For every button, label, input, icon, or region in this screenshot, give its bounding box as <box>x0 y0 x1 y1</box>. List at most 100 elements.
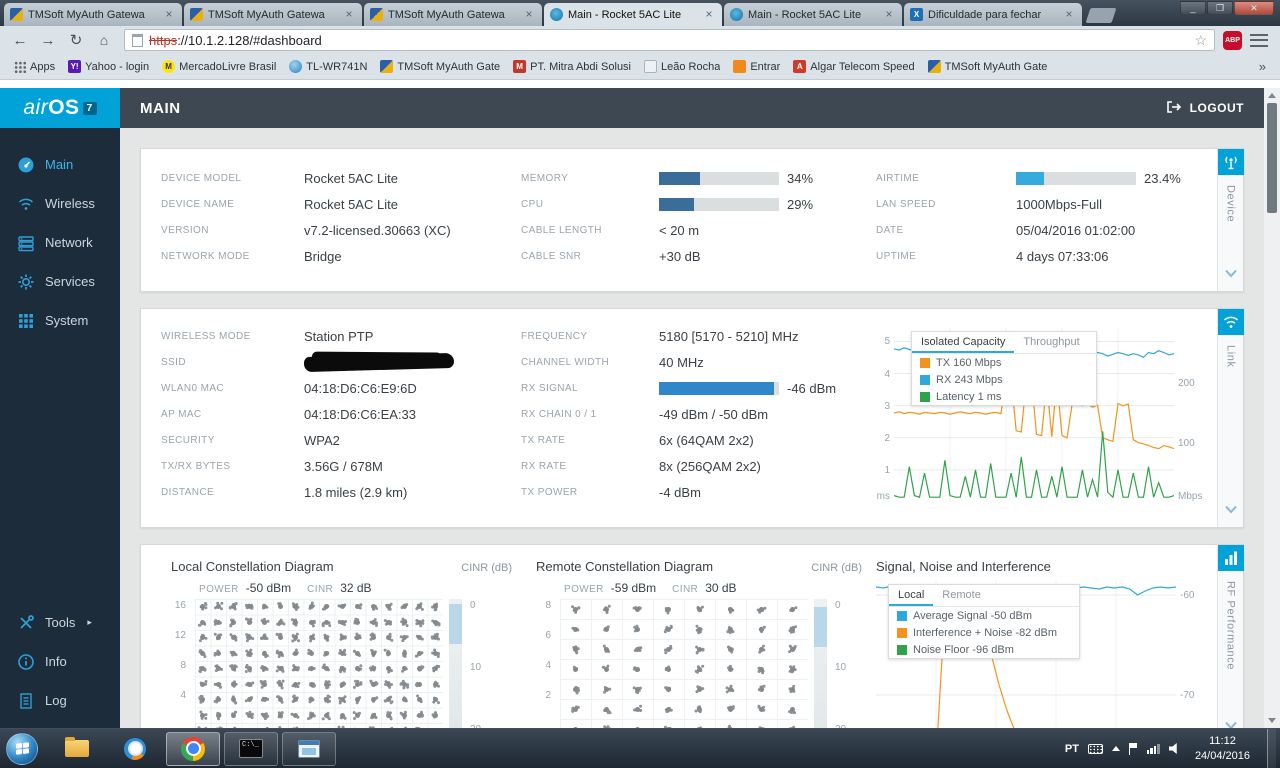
tab-close-icon[interactable]: × <box>522 7 536 22</box>
bookmark-yahoo[interactable]: Yahoo - login <box>63 58 154 75</box>
sidebar-item-system[interactable]: System <box>0 301 120 340</box>
sidebar-item-wireless[interactable]: Wireless <box>0 184 120 223</box>
network-signal-icon[interactable] <box>1146 743 1160 754</box>
tab-close-icon[interactable]: × <box>882 7 896 22</box>
bookmark-apps[interactable]: Apps <box>8 58 60 75</box>
bookmark-entrar[interactable]: Entrar <box>728 58 785 75</box>
bookmark-tlwr741n[interactable]: TL-WR741N <box>284 58 372 75</box>
field-label: DATE <box>876 224 904 236</box>
bookmark-mercadolivre[interactable]: MercadoLivre Brasil <box>157 58 281 75</box>
sidebar-item-tools[interactable]: Tools ▸ <box>0 603 120 642</box>
field-label: DEVICE NAME <box>161 198 235 210</box>
taskbar-command-prompt[interactable]: C:\_ <box>224 731 278 766</box>
sidebar-item-log[interactable]: Log <box>0 681 120 720</box>
scrollbar-thumb[interactable] <box>1267 103 1277 213</box>
keyboard-icon[interactable] <box>1087 743 1103 754</box>
y-tick: 6 <box>545 630 551 641</box>
capacity-legend-box: Isolated Capacity Throughput TX 160 Mbps… <box>911 331 1097 406</box>
tab-isolated-capacity[interactable]: Isolated Capacity <box>912 332 1015 353</box>
bookmark-mitra[interactable]: PT. Mitra Abdi Solusi <box>508 58 636 75</box>
adblock-extension-icon[interactable]: ABP <box>1223 30 1242 50</box>
tx-color-chip <box>920 358 930 368</box>
txrx-bytes-value: 3.56G / 678M <box>304 458 383 474</box>
taskbar-app-window[interactable] <box>282 731 336 766</box>
airtime-bar <box>1016 171 1136 185</box>
sidebar-label: Main <box>45 157 74 172</box>
bookmark-star-icon[interactable]: ☆ <box>1194 32 1207 49</box>
log-file-icon <box>17 692 35 710</box>
bookmark-tmsoft-2[interactable]: TMSoft MyAuth Gate <box>923 58 1053 75</box>
sidebar-item-services[interactable]: Services <box>0 262 120 301</box>
rf-side-tab[interactable]: RF Performance <box>1217 545 1244 728</box>
logout-button[interactable]: LOGOUT <box>1166 100 1244 117</box>
network-mode-value: Bridge <box>304 248 342 264</box>
bookmark-algar[interactable]: Algar Telecom Speed <box>788 58 919 75</box>
sidebar-item-info[interactable]: Info <box>0 642 120 681</box>
legend-average-signal: Average Signal -50 dBm <box>889 607 1079 624</box>
taskbar-explorer[interactable] <box>50 732 104 766</box>
scroll-down-arrow[interactable] <box>1268 718 1276 723</box>
hidden-icons-arrow[interactable] <box>1111 746 1120 751</box>
y-tick-right: -70 <box>1180 690 1195 701</box>
chevron-down-icon[interactable] <box>1224 717 1238 728</box>
local-constellation-plot <box>195 599 443 728</box>
minimize-button[interactable]: _ <box>1180 1 1206 15</box>
legend-rx: RX 243 Mbps <box>912 371 1096 388</box>
taskbar-clock[interactable]: 11:12 24/04/2016 <box>1195 734 1250 764</box>
back-button[interactable]: ← <box>8 32 32 49</box>
remote-constellation-plot-row: 8 6 4 2 0 10 20 <box>536 599 876 728</box>
tab-local[interactable]: Local <box>889 585 934 606</box>
memory-bar <box>659 171 779 185</box>
cinr-axis-title: CINR (dB) <box>461 562 512 574</box>
maximize-button[interactable]: ❐ <box>1207 1 1233 15</box>
device-side-tab[interactable]: Device <box>1217 149 1244 291</box>
link-side-tab[interactable]: Link <box>1217 309 1244 527</box>
tab-remote[interactable]: Remote <box>933 585 990 606</box>
browser-tab-6[interactable]: Dificuldade para fechar × <box>904 3 1082 26</box>
scroll-up-arrow[interactable] <box>1268 93 1276 98</box>
yahoo-favicon <box>68 60 82 73</box>
tab-close-icon[interactable]: × <box>1062 7 1076 22</box>
sidebar-item-network[interactable]: Network <box>0 223 120 262</box>
browser-tab-4-active[interactable]: Main - Rocket 5AC Lite × <box>544 3 722 26</box>
language-indicator[interactable]: PT <box>1065 743 1079 755</box>
browser-tab-1[interactable]: TMSoft MyAuth Gatewa × <box>4 3 182 26</box>
clock-date: 24/04/2016 <box>1194 749 1250 762</box>
sidebar-item-main[interactable]: Main <box>0 145 120 184</box>
chevron-down-icon[interactable] <box>1224 501 1238 519</box>
volume-icon[interactable] <box>1168 743 1177 754</box>
start-button[interactable] <box>6 732 38 765</box>
browser-tab-5[interactable]: Main - Rocket 5AC Lite × <box>724 3 902 26</box>
ap-mac-value: 04:18:D6:C6:EA:33 <box>304 406 417 422</box>
device-grid: DEVICE MODEL Rocket 5AC Lite DEVICE NAME R… <box>141 149 1243 269</box>
address-bar[interactable]: https ://10.1.2.128/#dashboard ☆ <box>124 29 1215 51</box>
cinr-tick: 0 <box>835 600 841 611</box>
taskbar-media-player[interactable] <box>108 732 162 766</box>
chrome-menu-icon[interactable] <box>1250 33 1268 47</box>
browser-tab-2[interactable]: TMSoft MyAuth Gatewa × <box>184 3 362 26</box>
dashboard-icon <box>17 156 35 174</box>
bookmark-leao-rocha[interactable]: Leão Rocha <box>639 58 725 75</box>
bookmarks-overflow-chevron[interactable]: » <box>1253 59 1272 74</box>
tab-close-icon[interactable]: × <box>162 7 176 22</box>
taskbar-chrome-active[interactable] <box>166 731 220 766</box>
page-icon[interactable] <box>132 33 143 47</box>
field-label: RX CHAIN 0 / 1 <box>521 408 597 420</box>
home-button[interactable]: ⌂ <box>92 32 116 48</box>
uptime-value: 4 days 07:33:06 <box>1016 248 1109 264</box>
sidebar-label: Log <box>45 693 67 708</box>
tab-close-icon[interactable]: × <box>702 7 716 22</box>
action-center-flag-icon[interactable] <box>1128 742 1138 755</box>
tx-rate-value: 6x (64QAM 2x2) <box>659 432 754 448</box>
show-desktop-button[interactable] <box>1267 728 1276 768</box>
browser-tab-3[interactable]: TMSoft MyAuth Gatewa × <box>364 3 542 26</box>
tab-throughput[interactable]: Throughput <box>1014 332 1088 353</box>
close-button[interactable]: ✕ <box>1234 1 1274 15</box>
bookmark-tmsoft-1[interactable]: TMSoft MyAuth Gate <box>375 58 505 75</box>
reload-button[interactable]: ↻ <box>64 31 88 49</box>
new-tab-button[interactable] <box>1085 8 1117 23</box>
capacity-chart: 5 4 3 2 1 ms 200 100 Mbps Isolated Capac… <box>876 323 1211 515</box>
tab-close-icon[interactable]: × <box>342 7 356 22</box>
chevron-down-icon[interactable] <box>1224 265 1238 283</box>
forward-button[interactable]: → <box>36 32 60 49</box>
